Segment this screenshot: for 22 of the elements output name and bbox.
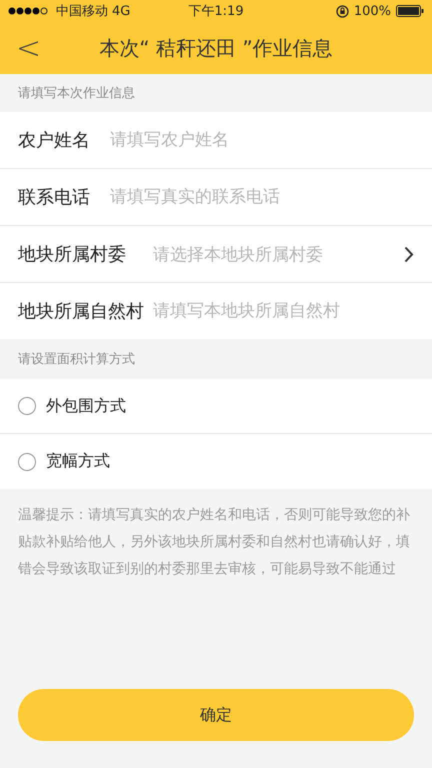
- page-title: 本次“ 秸秆还田 ”作业信息: [98, 34, 334, 62]
- field-label: 地块所属自然村: [18, 300, 145, 323]
- confirm-button[interactable]: 确定: [18, 689, 414, 741]
- radio-option[interactable]: 外包围方式: [0, 379, 432, 434]
- battery-percent: 100%: [354, 4, 392, 18]
- field-label: 地块所属村委: [18, 243, 127, 266]
- network-type: 4G: [112, 4, 130, 18]
- section-header: 请填写本次作业信息: [17, 85, 136, 103]
- radio-option[interactable]: 宽幅方式: [0, 434, 432, 489]
- battery-icon: [396, 5, 424, 17]
- input-field[interactable]: 请填写真实的联系电话: [110, 187, 414, 207]
- input-field[interactable]: 请填写本地块所属自然村: [153, 301, 414, 321]
- input-field[interactable]: 请填写农户姓名: [110, 130, 414, 150]
- carrier-name: 中国移动: [56, 3, 108, 20]
- section-header: 请设置面积计算方式: [17, 351, 136, 369]
- field-label: 农户姓名: [18, 129, 91, 152]
- chevron-right-icon: [404, 246, 414, 262]
- tip-text: 温馨提示：请填写真实的农户姓名和电话，否则可能导致您的补贴款补贴给他人，另外该地块所属村委和自然村也请确认好，填错会导致该取证到别的村委那里去审核，可能易导致不能通过: [18, 506, 411, 579]
- back-button[interactable]: <: [0, 22, 50, 74]
- rotation-lock-icon: [336, 4, 349, 18]
- field-label: 联系电话: [18, 186, 91, 209]
- clock-time: 下午1:19: [188, 3, 244, 20]
